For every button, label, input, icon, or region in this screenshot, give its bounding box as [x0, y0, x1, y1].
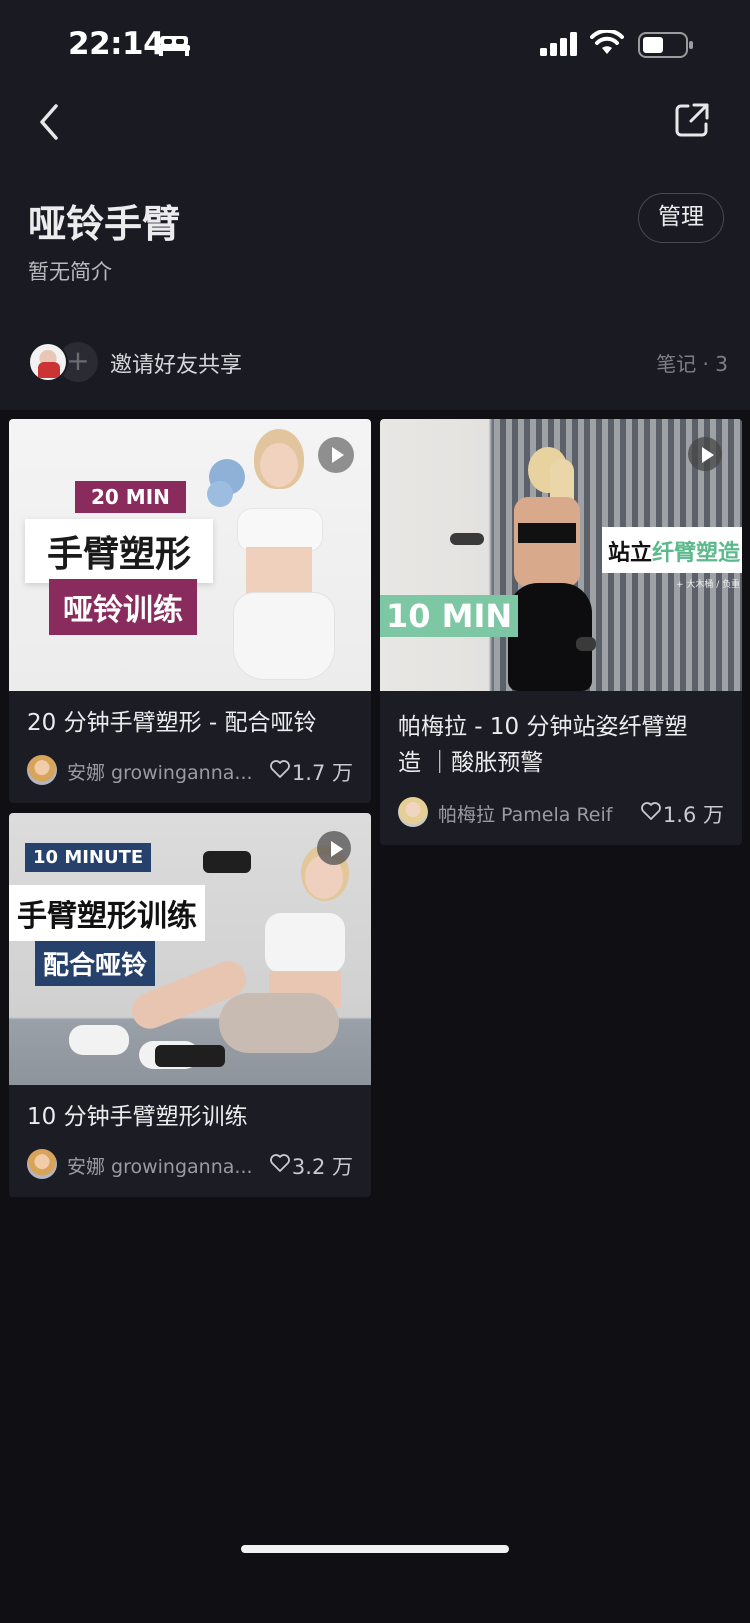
author-name: 安娜 growinganna... — [67, 762, 253, 784]
thumb-line2: 配合哑铃 — [35, 941, 156, 986]
note-card[interactable]: 10 MINUTE 手臂塑形训练 配合哑铃 10 分钟手臂塑形训练 安娜 gro… — [9, 813, 371, 1197]
invite-friends-label[interactable]: 邀请好友共享 — [110, 347, 242, 379]
thumb-tag: 10 MIN — [380, 595, 519, 637]
dumbbell-icon — [576, 637, 596, 651]
author-avatar — [398, 797, 428, 827]
album-description: 暂无简介 — [28, 260, 112, 284]
share-external-icon[interactable] — [672, 100, 712, 140]
author-avatar — [27, 1149, 57, 1179]
thumb-title-box: 站立 纤臂塑造 — [602, 527, 742, 573]
avatar — [28, 342, 68, 382]
note-thumbnail[interactable]: 10 MINUTE 手臂塑形训练 配合哑铃 — [9, 813, 371, 1085]
play-icon — [317, 831, 351, 865]
heart-outline-icon[interactable] — [269, 1153, 291, 1173]
note-card[interactable]: 20 MIN 手臂塑形 哑铃训练 20 分钟手臂塑形 - 配合哑铃 安娜 gro… — [9, 419, 371, 803]
thumb-line1b: 纤臂塑造 — [652, 541, 741, 566]
dumbbell-icon — [450, 533, 484, 545]
model-figure — [490, 447, 600, 691]
dumbbell-icon — [203, 851, 251, 873]
author-name: 安娜 growinganna... — [67, 1156, 253, 1178]
author-name: 帕梅拉 Pamela Reif — [438, 804, 613, 826]
thumb-tag: 10 MINUTE — [25, 843, 152, 872]
note-count: 笔记 · 3 — [656, 352, 728, 376]
wifi-icon — [590, 30, 624, 54]
dumbbell-icon — [207, 481, 233, 507]
invite-row[interactable]: + 邀请好友共享 笔记 · 3 — [28, 342, 728, 382]
manage-button[interactable]: 管理 — [638, 193, 724, 243]
note-author[interactable]: 帕梅拉 Pamela Reif 1.6 万 — [398, 797, 724, 829]
note-author[interactable]: 安娜 growinganna... 1.7 万 — [27, 755, 353, 787]
note-thumbnail[interactable]: 10 MIN 站立 纤臂塑造 + 大木桶 / 负重 — [380, 419, 742, 691]
note-title[interactable]: 10 分钟手臂塑形训练 — [27, 1099, 248, 1135]
status-bar: 22:14 — [0, 0, 750, 90]
note-card[interactable]: 10 MIN 站立 纤臂塑造 + 大木桶 / 负重 帕梅拉 - 10 分钟站姿纤… — [380, 419, 742, 845]
album-title: 哑铃手臂 — [28, 202, 181, 246]
dumbbell-icon — [155, 1045, 225, 1067]
heart-outline-icon[interactable] — [640, 801, 662, 821]
thumb-line2: 哑铃训练 — [49, 579, 197, 635]
like-count: 1.6 万 — [662, 803, 724, 827]
page: 22:14 哑铃手臂 暂无简介 管理 + 邀请好友共享 笔记 · 3 20 MI… — [0, 0, 750, 1623]
signal-icon — [540, 32, 577, 56]
heart-outline-icon[interactable] — [269, 759, 291, 779]
note-thumbnail[interactable]: 20 MIN 手臂塑形 哑铃训练 — [9, 419, 371, 691]
thumb-line1a: 站立 — [608, 541, 653, 566]
play-icon — [318, 437, 354, 473]
author-avatar — [27, 755, 57, 785]
play-icon — [688, 437, 722, 471]
note-title[interactable]: 20 分钟手臂塑形 - 配合哑铃 — [27, 705, 317, 741]
bed-icon — [158, 36, 190, 56]
note-title-line2[interactable]: 造 ｜酸胀预警 — [398, 745, 543, 781]
thumb-tag: 20 MIN — [75, 481, 186, 513]
battery-icon — [638, 32, 693, 58]
thumb-subtitle: + 大木桶 / 负重 — [676, 580, 741, 590]
like-count: 3.2 万 — [291, 1155, 353, 1179]
like-count: 1.7 万 — [291, 761, 353, 785]
note-title-line1[interactable]: 帕梅拉 - 10 分钟站姿纤臂塑 — [398, 709, 688, 745]
note-author[interactable]: 安娜 growinganna... 3.2 万 — [27, 1149, 353, 1181]
status-time: 22:14 — [68, 26, 165, 62]
home-indicator[interactable] — [241, 1545, 509, 1553]
back-arrow-icon[interactable] — [30, 100, 70, 144]
thumb-line1: 手臂塑形训练 — [9, 885, 205, 941]
thumb-line1: 手臂塑形 — [25, 519, 214, 583]
